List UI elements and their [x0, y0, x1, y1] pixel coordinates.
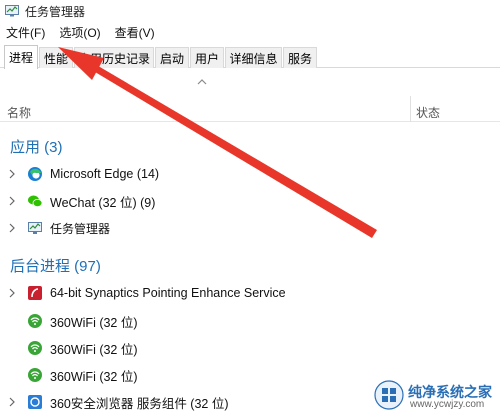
synaptics-icon: [28, 286, 42, 300]
menu-options[interactable]: 选项(O): [52, 24, 107, 41]
windows-logo-icon: [374, 380, 404, 410]
process-label: 64-bit Synaptics Pointing Enhance Servic…: [50, 286, 286, 300]
process-row[interactable]: 64-bit Synaptics Pointing Enhance Servic…: [0, 282, 500, 304]
chevron-right-icon[interactable]: [8, 288, 16, 298]
process-row[interactable]: 360WiFi (32 位): [0, 310, 500, 332]
process-label: WeChat (32 位) (9): [50, 195, 156, 210]
watermark: 纯净系统之家 www.ycwjzy.com: [370, 378, 498, 412]
process-row[interactable]: 任务管理器: [0, 217, 500, 239]
column-header: 名称 状态: [0, 96, 500, 122]
tab-bar: 进程 性能 应用历史记录 启动 用户 详细信息 服务: [0, 44, 500, 69]
process-label: Microsoft Edge (14): [50, 167, 160, 181]
wifi-360-icon: [28, 368, 42, 382]
wechat-icon: [28, 195, 43, 207]
chevron-right-icon[interactable]: [8, 397, 16, 407]
column-name-header[interactable]: 名称: [7, 104, 31, 121]
menu-file[interactable]: 文件(F): [0, 24, 52, 41]
tab-label: 用户: [194, 51, 219, 66]
tab-performance[interactable]: 性能: [39, 47, 73, 68]
tab-label: 性能: [43, 51, 68, 66]
tab-app-history[interactable]: 应用历史记录: [74, 47, 154, 68]
process-row[interactable]: Microsoft Edge (14): [0, 163, 500, 185]
tab-services[interactable]: 服务: [283, 47, 317, 68]
task-manager-icon: [28, 222, 42, 234]
tab-startup[interactable]: 启动: [155, 47, 189, 68]
process-label: 360WiFi (32 位): [50, 369, 138, 384]
chevron-right-icon[interactable]: [8, 196, 16, 206]
tab-users[interactable]: 用户: [190, 47, 224, 68]
title-bar: 任务管理器: [0, 0, 500, 22]
menu-bar: 文件(F) 选项(O) 查看(V): [0, 22, 500, 42]
tab-details[interactable]: 详细信息: [225, 47, 282, 68]
process-label: 360WiFi (32 位): [50, 342, 138, 357]
tab-label: 应用历史记录: [77, 51, 150, 66]
process-row[interactable]: 360WiFi (32 位): [0, 337, 500, 359]
process-row[interactable]: WeChat (32 位) (9): [0, 190, 500, 212]
tab-label: 服务: [287, 51, 312, 66]
sort-up-icon[interactable]: [196, 78, 208, 86]
tab-label: 启动: [159, 51, 184, 66]
watermark-url: www.ycwjzy.com: [410, 399, 485, 410]
window-title: 任务管理器: [25, 4, 86, 19]
process-label: 360WiFi (32 位): [50, 315, 138, 330]
process-label: 任务管理器: [50, 221, 111, 236]
column-status-header[interactable]: 状态: [416, 104, 440, 121]
edge-icon: [28, 167, 42, 181]
menu-view[interactable]: 查看(V): [108, 24, 162, 41]
tab-processes[interactable]: 进程: [4, 45, 38, 69]
chevron-right-icon[interactable]: [8, 223, 16, 233]
wifi-360-icon: [28, 341, 42, 355]
wifi-360-icon: [28, 314, 42, 328]
group-title-apps: 应用 (3): [10, 139, 63, 156]
chevron-right-icon[interactable]: [8, 169, 16, 179]
tab-label: 详细信息: [229, 51, 278, 66]
process-label: 360安全浏览器 服务组件 (32 位): [50, 396, 229, 411]
task-manager-app-icon: [5, 5, 19, 17]
browser-360-icon: [28, 395, 42, 409]
column-divider[interactable]: [410, 96, 411, 122]
tab-label: 进程: [8, 51, 33, 65]
group-title-background: 后台进程 (97): [10, 258, 101, 275]
